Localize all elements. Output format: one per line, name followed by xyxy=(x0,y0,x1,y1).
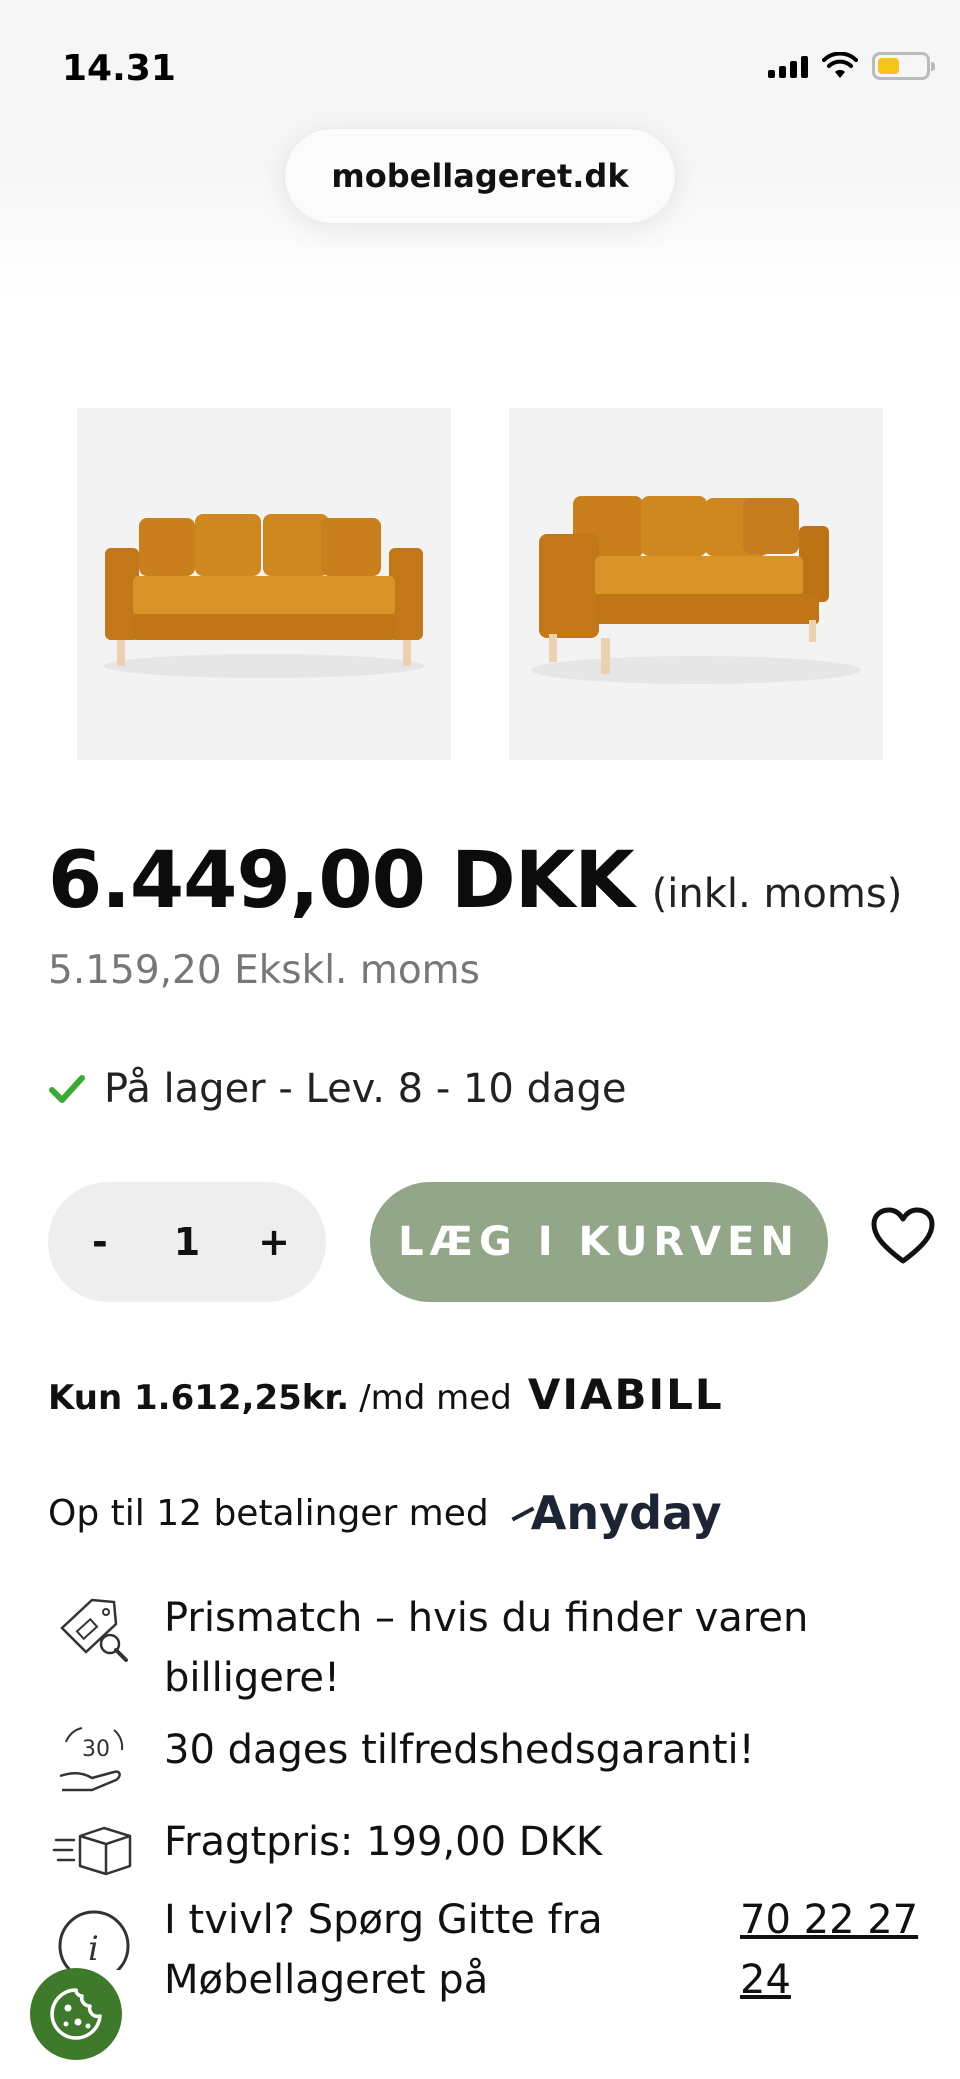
info-icon: i xyxy=(58,1910,130,1970)
anyday-text: Op til 12 betalinger med xyxy=(48,1492,489,1534)
usp-shipping-text: Fragtpris: 199,00 DKK xyxy=(164,1819,603,1865)
qty-minus-button[interactable]: - xyxy=(70,1220,130,1264)
product-image-angle[interactable] xyxy=(509,408,883,760)
usp-price-match: Prismatch – hvis du finder varen billige… xyxy=(52,1588,824,1708)
usp-guarantee-text: 30 dages tilfredshedsgaranti! xyxy=(164,1727,755,1773)
stock-status: På lager - Lev. 8 - 10 dage xyxy=(48,1066,627,1112)
contact-phone-link[interactable]: 70 22 27 24 xyxy=(740,1890,920,2010)
usp-price-match-text: Prismatch – hvis du finder varen billige… xyxy=(164,1595,809,1701)
wifi-icon xyxy=(822,52,858,78)
price-tag-icon xyxy=(60,1598,128,1662)
quantity-stepper: - 1 + xyxy=(48,1182,326,1302)
url-text: mobellageret.dk xyxy=(331,157,629,195)
price-vat-note: (inkl. moms) xyxy=(651,871,903,917)
product-gallery xyxy=(77,408,883,760)
signal-icon xyxy=(768,54,808,78)
info-icon-text: i xyxy=(88,1929,99,1969)
status-bar: 14.31 xyxy=(0,0,960,130)
viabill-logo: VIABILL xyxy=(527,1370,724,1419)
viabill-suffix: /md med xyxy=(359,1378,512,1418)
qty-value[interactable]: 1 xyxy=(174,1220,200,1264)
usp-contact-text: I tvivl? Spørg Gitte fra Møbellageret på xyxy=(164,1897,603,2003)
check-icon xyxy=(49,1075,85,1103)
sofa-angle-image xyxy=(509,408,883,760)
guarantee-30-icon: 30 xyxy=(59,1727,124,1792)
status-icons xyxy=(768,52,935,80)
viabill-amount: Kun 1.612,25kr. xyxy=(48,1378,350,1418)
price-row: 6.449,00 DKK (inkl. moms) xyxy=(48,836,902,926)
qty-plus-button[interactable]: + xyxy=(244,1220,304,1264)
add-to-cart-button[interactable]: LÆG I KURVEN xyxy=(370,1182,828,1302)
heart-icon[interactable] xyxy=(870,1206,936,1266)
anyday-offer[interactable]: Op til 12 betalinger med Anyday xyxy=(48,1486,722,1540)
guarantee-30-icon-text: 30 xyxy=(82,1737,110,1762)
cookie-icon xyxy=(50,1988,102,2040)
usp-shipping: Fragtpris: 199,00 DKK xyxy=(52,1812,602,1892)
battery-icon xyxy=(872,52,935,80)
status-time: 14.31 xyxy=(62,48,176,89)
price-ex-vat: 5.159,20 Ekskl. moms xyxy=(48,948,480,993)
product-image-front[interactable] xyxy=(77,408,451,760)
usp-contact: i I tvivl? Spørg Gitte fra Møbellageret … xyxy=(52,1890,918,2010)
anyday-logo: Anyday xyxy=(511,1486,722,1540)
product-price: 6.449,00 DKK xyxy=(48,836,635,926)
stock-text: På lager - Lev. 8 - 10 dage xyxy=(104,1066,627,1112)
delivery-box-icon xyxy=(52,1826,132,1876)
url-bar[interactable]: mobellageret.dk xyxy=(284,128,676,224)
viabill-offer[interactable]: Kun 1.612,25kr. /md med VIABILL xyxy=(48,1370,724,1419)
usp-guarantee: 30 30 dages tilfredshedsgaranti! xyxy=(52,1720,755,1800)
cookie-settings-button[interactable] xyxy=(30,1968,122,2060)
sofa-front-image xyxy=(77,408,451,760)
